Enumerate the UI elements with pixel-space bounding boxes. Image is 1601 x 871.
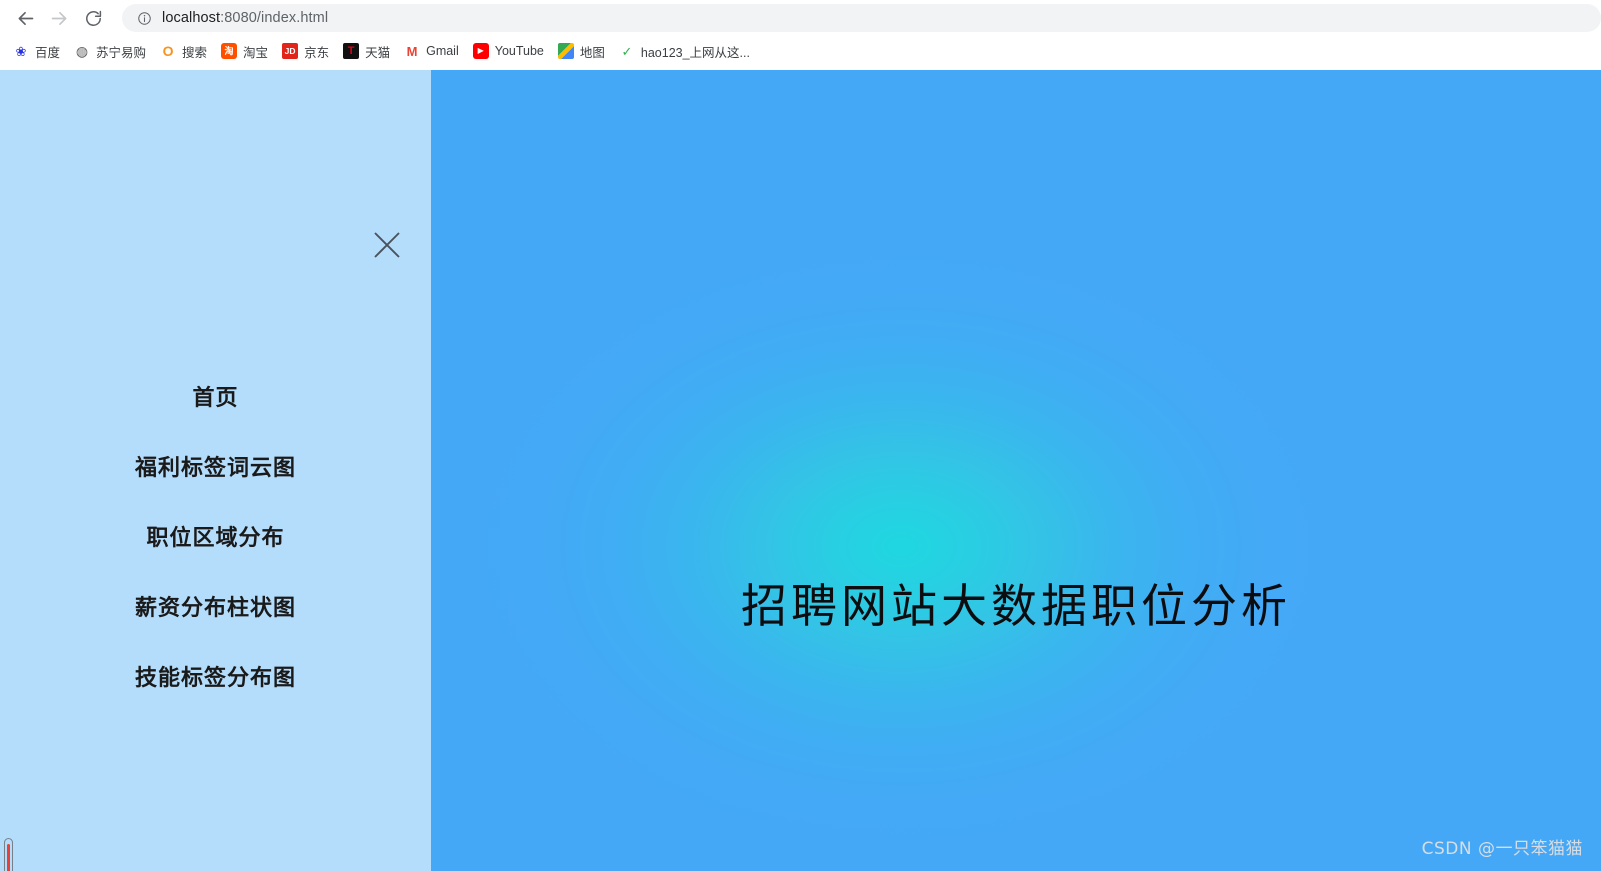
bookmark-label: Gmail xyxy=(426,44,459,58)
bookmark-label: 搜索 xyxy=(182,45,208,60)
back-arrow-icon xyxy=(15,8,36,29)
csdn-watermark: CSDN @一只笨猫猫 xyxy=(1421,839,1583,859)
bookmark-maps[interactable]: 地图 xyxy=(551,39,612,63)
sidebar-item-welfare-wordcloud[interactable]: 福利标签词云图 xyxy=(0,458,431,480)
bookmark-label: YouTube xyxy=(494,44,544,58)
reload-icon xyxy=(84,9,103,28)
sidebar-item-region-distribution[interactable]: 职位区域分布 xyxy=(0,528,431,550)
bookmark-tmall[interactable]: T 天猫 xyxy=(336,39,397,63)
bookmark-label: 地图 xyxy=(579,45,605,60)
sidebar-item-skill-distribution[interactable]: 技能标签分布图 xyxy=(0,668,431,690)
jd-icon: JD xyxy=(282,43,299,59)
scroll-progress-indicator[interactable] xyxy=(4,838,13,871)
reload-button[interactable] xyxy=(76,1,110,35)
browser-toolbar: localhost:8080/index.html xyxy=(0,0,1601,36)
maps-icon xyxy=(557,43,574,59)
bookmark-label: 天猫 xyxy=(365,45,391,60)
baidu-icon: ❀ xyxy=(13,43,29,59)
tmall-icon: T xyxy=(343,43,360,59)
sidebar-nav: 首页 福利标签词云图 职位区域分布 薪资分布柱状图 技能标签分布图 xyxy=(0,70,431,871)
page-title: 招聘网站大数据职位分析 xyxy=(741,579,1291,633)
sidebar-menu: 首页 福利标签词云图 职位区域分布 薪资分布柱状图 技能标签分布图 xyxy=(0,388,431,690)
bookmark-sogou[interactable]: O 搜索 xyxy=(153,39,214,63)
sogou-icon: O xyxy=(160,43,177,59)
bookmark-label: 淘宝 xyxy=(243,45,269,60)
address-bar[interactable]: localhost:8080/index.html xyxy=(122,4,1601,32)
close-x-icon xyxy=(370,228,404,267)
suning-icon: ◍ xyxy=(74,43,91,59)
forward-arrow-icon xyxy=(49,8,70,29)
bookmark-label: 京东 xyxy=(304,45,330,60)
bookmark-hao123[interactable]: ✓ hao123_上网从这... xyxy=(612,39,757,63)
info-circle-icon[interactable] xyxy=(136,10,152,26)
bookmark-suning[interactable]: ◍ 苏宁易购 xyxy=(67,39,153,63)
youtube-icon: ▶ xyxy=(472,43,489,59)
hao123-icon: ✓ xyxy=(618,43,635,59)
gmail-icon: M xyxy=(404,43,421,59)
sidebar-close-button[interactable] xyxy=(368,228,406,266)
sidebar-item-home[interactable]: 首页 xyxy=(0,388,431,410)
back-button[interactable] xyxy=(8,1,42,35)
browser-chrome: localhost:8080/index.html ❀ 百度 ◍ 苏宁易购 O … xyxy=(0,0,1601,70)
url-path: :8080/index.html xyxy=(220,10,329,26)
sidebar-item-salary-bar-chart[interactable]: 薪资分布柱状图 xyxy=(0,598,431,620)
bookmark-label: 百度 xyxy=(35,45,61,60)
bookmark-label: 苏宁易购 xyxy=(96,45,147,60)
bookmark-jd[interactable]: JD 京东 xyxy=(275,39,336,63)
taobao-icon: 淘 xyxy=(221,43,238,59)
bookmark-youtube[interactable]: ▶ YouTube xyxy=(466,39,551,63)
bookmark-label: hao123_上网从这... xyxy=(640,45,750,60)
bookmark-gmail[interactable]: M Gmail xyxy=(397,39,466,63)
main-stage: 招聘网站大数据职位分析 CSDN @一只笨猫猫 xyxy=(431,70,1601,871)
url-host: localhost xyxy=(162,10,221,26)
bookmarks-bar: ❀ 百度 ◍ 苏宁易购 O 搜索 淘 淘宝 JD 京东 T 天猫 M Gmail xyxy=(0,36,1601,66)
scroll-progress-fill xyxy=(7,844,10,871)
bookmark-taobao[interactable]: 淘 淘宝 xyxy=(214,39,275,63)
page-content: 首页 福利标签词云图 职位区域分布 薪资分布柱状图 技能标签分布图 招聘网站大数… xyxy=(0,70,1601,871)
bookmark-baidu[interactable]: ❀ 百度 xyxy=(6,39,67,63)
address-bar-text: localhost:8080/index.html xyxy=(162,10,328,26)
forward-button[interactable] xyxy=(42,1,76,35)
